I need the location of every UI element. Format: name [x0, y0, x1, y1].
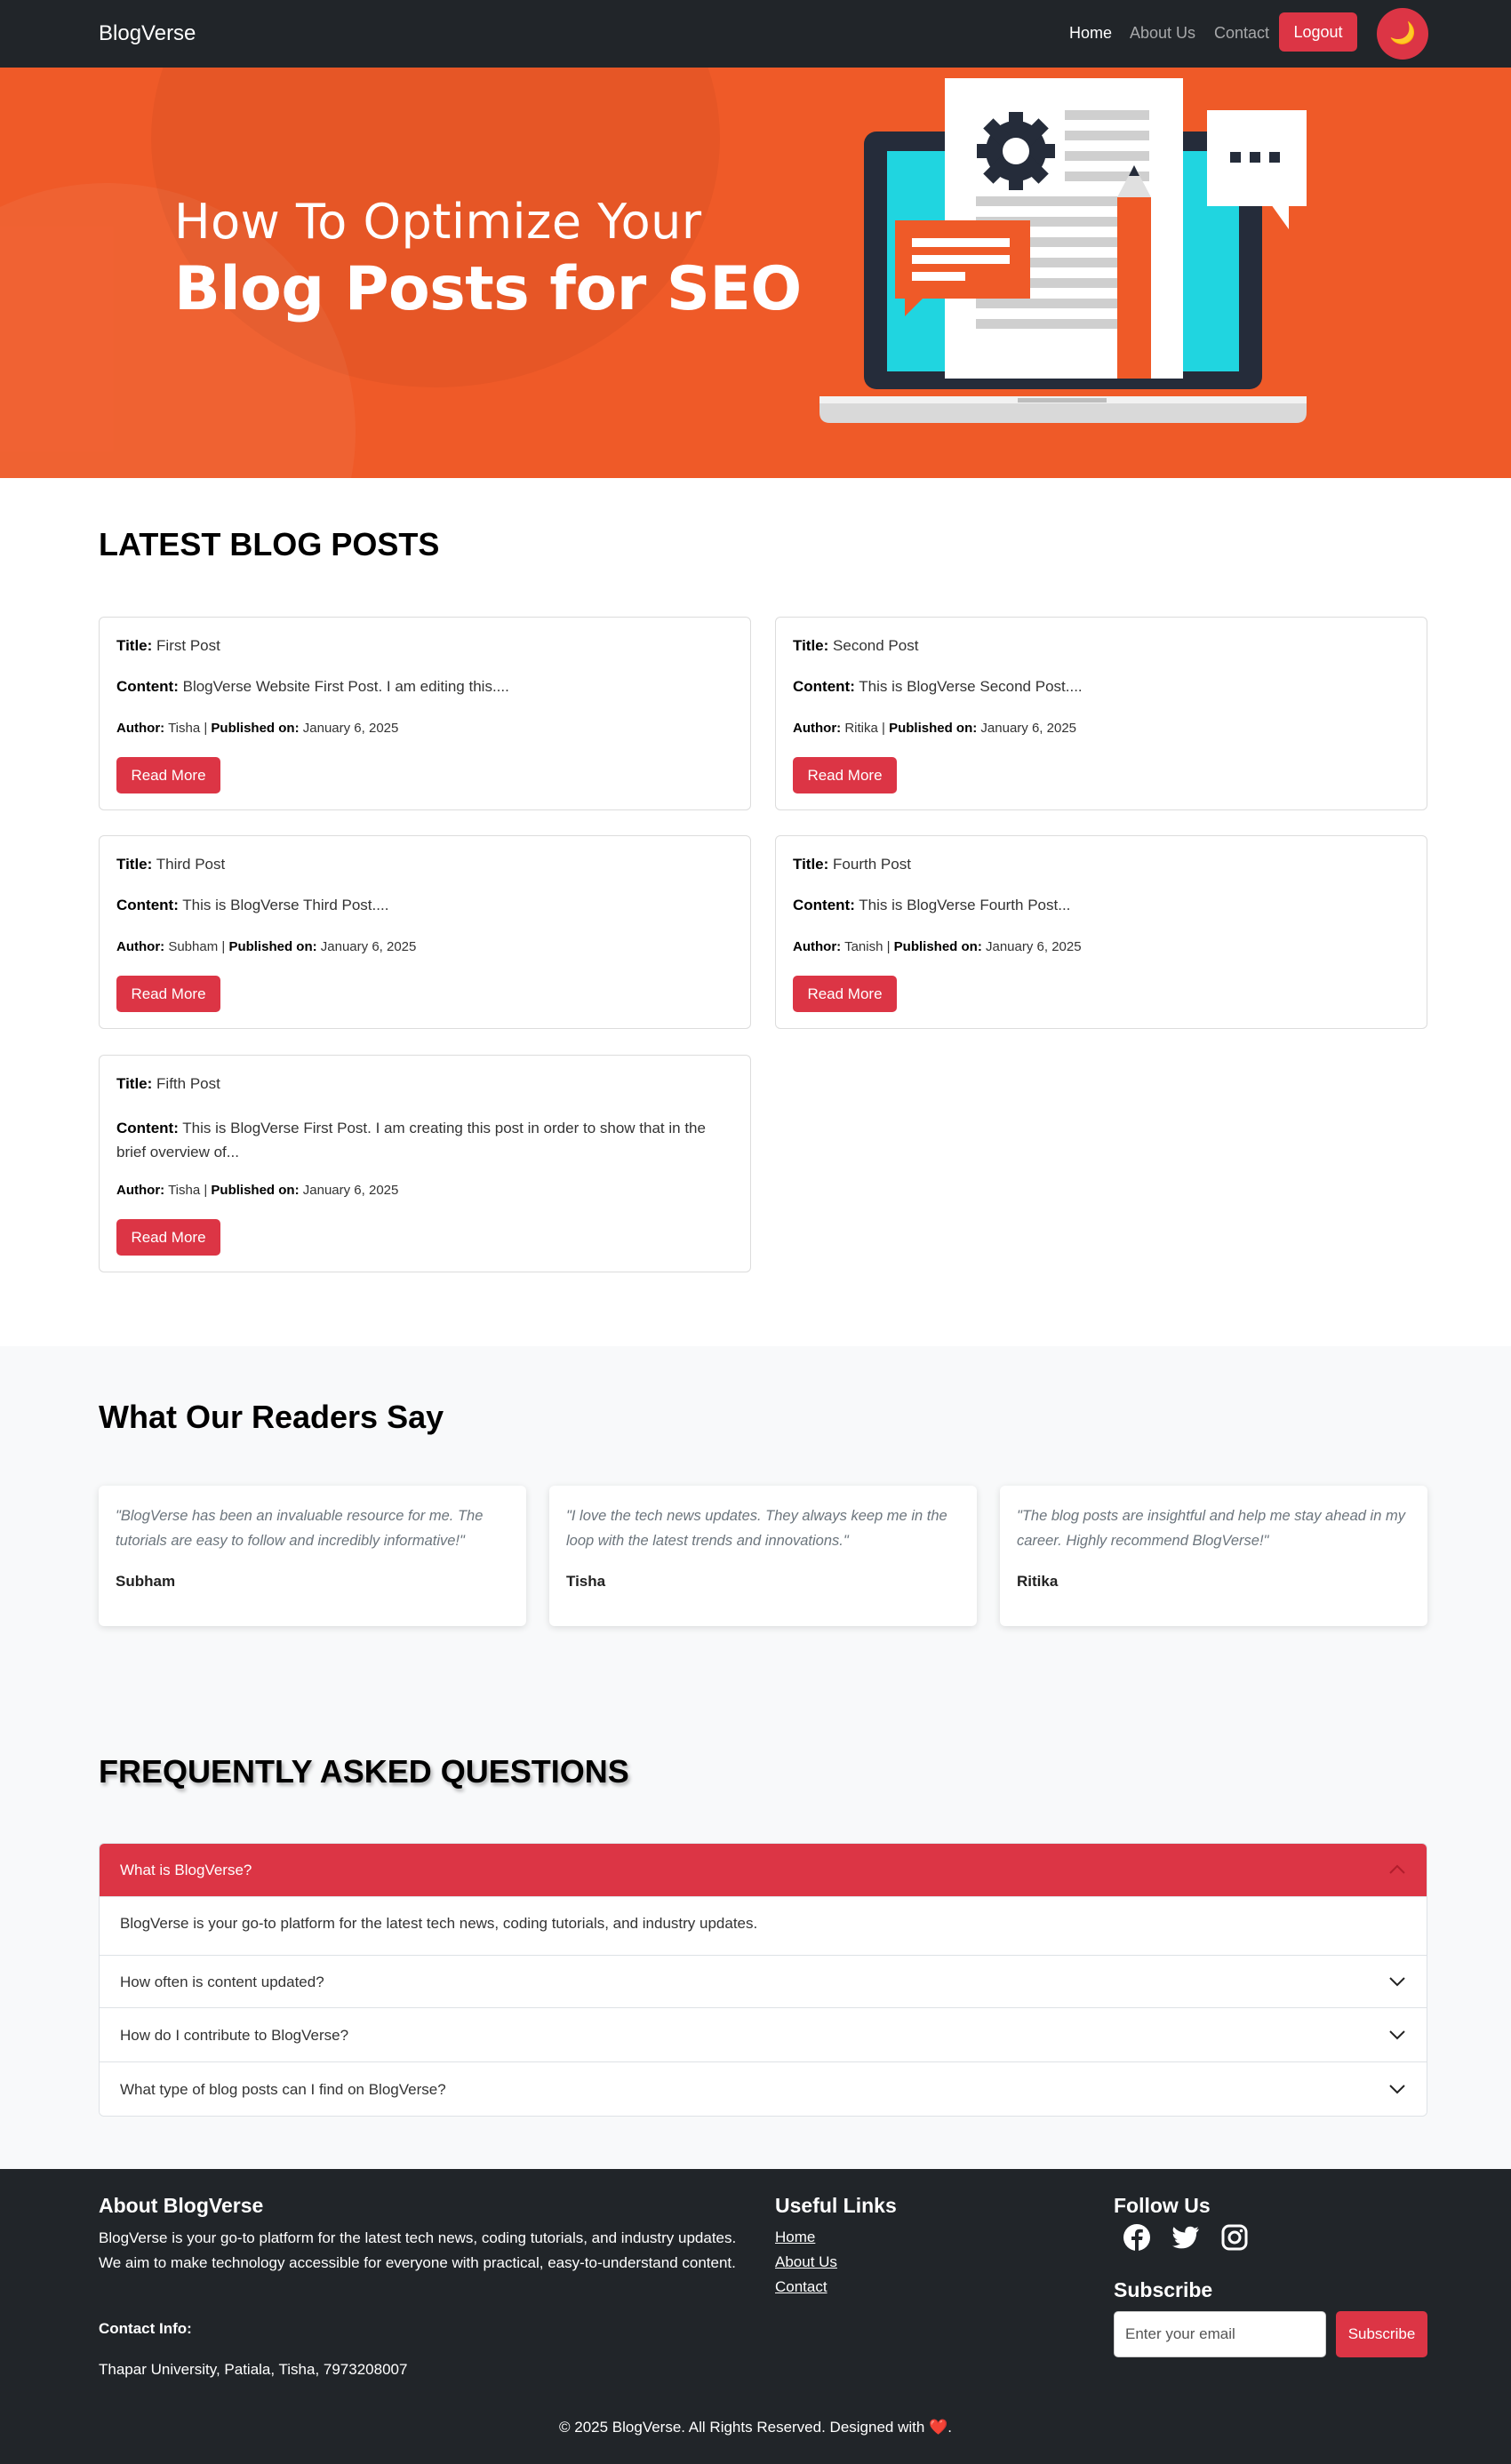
footer-about-heading: About BlogVerse	[99, 2194, 264, 2217]
navbar: BlogVerse Home About Us Contact Logout 🌙	[0, 0, 1511, 68]
post-title-row: Title: Fourth Post	[793, 856, 911, 873]
faq-question-text: How often is content updated?	[120, 1974, 324, 1990]
logout-button[interactable]: Logout	[1279, 12, 1357, 52]
post-content-row: Content: This is BlogVerse Third Post...…	[116, 897, 389, 913]
review-card: "I love the tech news updates. They alwa…	[549, 1486, 977, 1626]
review-quote: "The blog posts are insightful and help …	[1017, 1508, 1405, 1549]
instagram-icon[interactable]	[1219, 2221, 1251, 2253]
faq-answer: BlogVerse is your go-to platform for the…	[120, 1915, 758, 1932]
brand-logo[interactable]: BlogVerse	[99, 21, 196, 46]
chevron-down-icon	[1389, 1977, 1405, 1987]
copyright-text: © 2025 BlogVerse. All Rights Reserved. D…	[559, 2419, 925, 2436]
read-more-button[interactable]: Read More	[793, 976, 897, 1012]
chevron-down-icon	[1389, 2030, 1405, 2040]
post-title-row: Title: Third Post	[116, 856, 226, 873]
post-card: Title: Third Post Content: This is BlogV…	[99, 835, 751, 1029]
faq-question-content-updated[interactable]: How often is content updated?	[100, 1955, 1427, 2008]
hero-title-line1: How To Optimize Your	[174, 194, 702, 250]
posts-section-title: LATEST BLOG POSTS	[99, 526, 440, 562]
post-title-row: Title: Second Post	[793, 637, 919, 654]
subscribe-email-input[interactable]	[1114, 2311, 1326, 2357]
review-card: "The blog posts are insightful and help …	[1000, 1486, 1427, 1626]
moon-icon: 🌙	[1389, 21, 1416, 45]
post-content-row: Content: This is BlogVerse First Post. I…	[116, 1120, 706, 1160]
post-content-row: Content: This is BlogVerse Fourth Post..…	[793, 897, 1071, 913]
review-author: Ritika	[1017, 1573, 1059, 1590]
footer-link-home[interactable]: Home	[775, 2229, 815, 2246]
post-meta-row: Author: Subham | Published on: January 6…	[116, 939, 417, 954]
twitter-icon[interactable]	[1170, 2221, 1202, 2253]
hero-title-line2: Blog Posts for SEO	[174, 254, 802, 324]
post-meta-row: Author: Ritika | Published on: January 6…	[793, 721, 1076, 736]
laptop-document-illustration	[819, 78, 1307, 423]
hero-banner: How To Optimize Your Blog Posts for SEO	[0, 68, 1511, 478]
faq-question-text: What type of blog posts can I find on Bl…	[120, 2081, 446, 2098]
post-content-row: Content: This is BlogVerse Second Post..…	[793, 678, 1083, 695]
read-more-button[interactable]: Read More	[116, 1219, 220, 1256]
review-quote: "I love the tech news updates. They alwa…	[566, 1508, 947, 1549]
subscribe-button[interactable]: Subscribe	[1336, 2311, 1427, 2357]
review-author: Subham	[116, 1573, 176, 1590]
facebook-icon[interactable]	[1121, 2221, 1153, 2253]
post-meta-row: Author: Tisha | Published on: January 6,…	[116, 721, 399, 736]
post-card: Title: Fifth Post Content: This is BlogV…	[99, 1055, 751, 1272]
footer-links-heading: Useful Links	[775, 2194, 897, 2217]
footer-about-text: BlogVerse is your go-to platform for the…	[99, 2229, 737, 2271]
post-title-row: Title: Fifth Post	[116, 1075, 220, 1092]
faq-question-text: How do I contribute to BlogVerse?	[120, 2027, 349, 2044]
faq-question-text: What is BlogVerse?	[120, 1862, 252, 1878]
nav-link-contact[interactable]: Contact	[1214, 24, 1269, 43]
nav-link-home[interactable]: Home	[1069, 24, 1112, 43]
reviews-section-title: What Our Readers Say	[99, 1399, 444, 1435]
post-card: Title: Fourth Post Content: This is Blog…	[775, 835, 1427, 1029]
faq-section-title: FREQUENTLY ASKED QUESTIONS	[99, 1753, 629, 1790]
review-author: Tisha	[566, 1573, 606, 1590]
footer-link-contact[interactable]: Contact	[775, 2278, 827, 2296]
faq-question-contribute[interactable]: How do I contribute to BlogVerse?	[100, 2009, 1427, 2062]
copyright-end: .	[947, 2419, 952, 2436]
post-card: Title: First Post Content: BlogVerse Web…	[99, 617, 751, 810]
footer-contact-heading: Contact Info:	[99, 2320, 192, 2337]
chevron-up-icon	[1389, 1864, 1405, 1874]
heart-icon: ❤️	[929, 2419, 948, 2436]
faq-accordion: What is BlogVerse? BlogVerse is your go-…	[99, 1843, 1427, 2117]
theme-toggle-button[interactable]: 🌙	[1377, 8, 1428, 60]
faq-question-what-is-blogverse[interactable]: What is BlogVerse?	[100, 1844, 1427, 1897]
chevron-down-icon	[1389, 2085, 1405, 2094]
post-meta-row: Author: Tisha | Published on: January 6,…	[116, 1183, 399, 1198]
nav-link-about[interactable]: About Us	[1130, 24, 1195, 43]
footer-follow-heading: Follow Us	[1114, 2194, 1211, 2217]
read-more-button[interactable]: Read More	[116, 757, 220, 793]
post-title-row: Title: First Post	[116, 637, 220, 654]
faq-question-post-types[interactable]: What type of blog posts can I find on Bl…	[100, 2063, 1427, 2116]
footer-subscribe-heading: Subscribe	[1114, 2278, 1213, 2301]
post-content-row: Content: BlogVerse Website First Post. I…	[116, 678, 509, 695]
copyright: © 2025 BlogVerse. All Rights Reserved. D…	[0, 2419, 1511, 2436]
review-card: "BlogVerse has been an invaluable resour…	[99, 1486, 526, 1626]
footer-link-about[interactable]: About Us	[775, 2253, 837, 2271]
post-meta-row: Author: Tanish | Published on: January 6…	[793, 939, 1082, 954]
read-more-button[interactable]: Read More	[793, 757, 897, 793]
read-more-button[interactable]: Read More	[116, 976, 220, 1012]
review-quote: "BlogVerse has been an invaluable resour…	[116, 1508, 484, 1549]
footer-contact-text: Thapar University, Patiala, Tisha, 79732…	[99, 2361, 408, 2378]
post-card: Title: Second Post Content: This is Blog…	[775, 617, 1427, 810]
